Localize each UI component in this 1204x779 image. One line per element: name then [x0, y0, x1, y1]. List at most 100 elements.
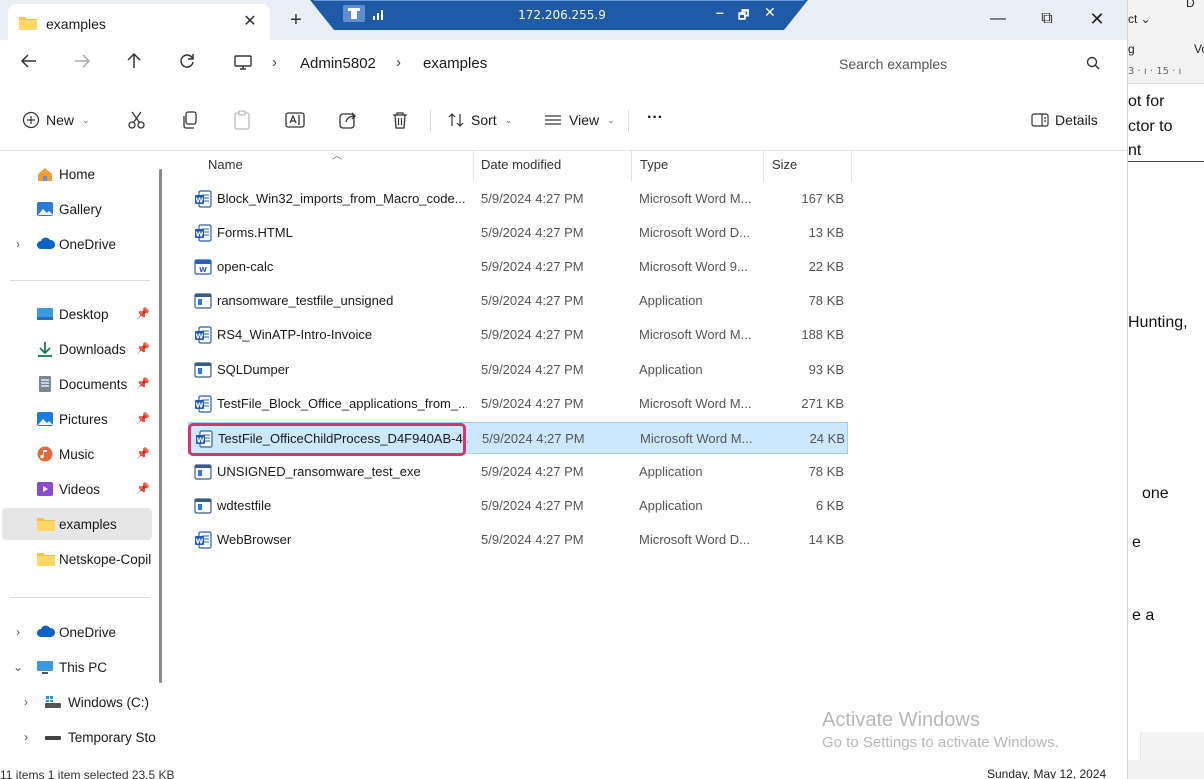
file-date: 5/9/2024 4:27 PM	[481, 259, 584, 275]
rename-icon[interactable]	[284, 109, 306, 131]
status-bar: 11 items 1 item selected 23.5 KB	[0, 768, 175, 779]
table-row[interactable]: SQLDumper 5/9/2024 4:27 PM Application 93 K…	[188, 354, 848, 386]
sidebar-item-this-pc[interactable]: ⌄ This PC	[0, 651, 155, 683]
sidebar-item-label: Videos	[59, 482, 101, 497]
sidebar-item-documents[interactable]: Documents 📌	[0, 368, 155, 400]
search-input[interactable]: Search examples	[839, 56, 947, 72]
word-doc-line: e	[1132, 534, 1141, 551]
sort-button[interactable]: Sort ⌄	[447, 106, 512, 134]
column-header-type[interactable]: Type	[640, 157, 668, 172]
column-header-size[interactable]: Size	[772, 157, 797, 172]
remote-close-button[interactable]: ✕	[764, 4, 776, 21]
up-button[interactable]	[121, 52, 147, 76]
navigation-pane: Home Gallery › OneDrive Desktop 📌 Downlo…	[0, 151, 162, 779]
folder-icon	[18, 15, 38, 34]
column-divider[interactable]	[631, 151, 632, 181]
column-divider[interactable]	[473, 151, 474, 181]
view-button[interactable]: View ⌄	[543, 106, 615, 134]
sidebar-item-examples[interactable]: examples	[2, 508, 152, 540]
sidebar-item-gallery[interactable]: Gallery	[0, 193, 155, 225]
sidebar-item-music[interactable]: Music 📌	[0, 438, 155, 470]
toolbar-divider	[430, 110, 431, 132]
table-row[interactable]: Wopen-calc 5/9/2024 4:27 PM Microsoft Word…	[188, 251, 848, 283]
sidebar-item-desktop[interactable]: Desktop 📌	[0, 298, 155, 330]
sidebar-item-temporary-storage[interactable]: › Temporary Sto	[0, 721, 156, 753]
sidebar-item-netskope[interactable]: Netskope-Copil	[0, 543, 155, 575]
sidebar-item-label: OneDrive	[59, 625, 117, 640]
sidebar-item-label: Gallery	[59, 202, 102, 217]
file-size: 13 KB	[808, 225, 844, 241]
file-name: UNSIGNED_ransomware_test_exe	[217, 463, 421, 479]
close-window-button[interactable]: ✕	[1074, 4, 1120, 34]
word-ribbon-item[interactable]: g	[1128, 42, 1135, 56]
sidebar-item-videos[interactable]: Videos 📌	[0, 473, 155, 505]
sidebar-item-downloads[interactable]: Downloads 📌	[0, 333, 155, 365]
word-doc-line: nt	[1128, 142, 1142, 159]
table-row[interactable]: W WebBrowser 5/9/2024 4:27 PM Microsoft Wor…	[188, 524, 848, 556]
sidebar-item-home[interactable]: Home	[0, 158, 155, 190]
gallery-icon	[36, 201, 54, 217]
file-name: open-calc	[217, 259, 274, 275]
refresh-button[interactable]	[174, 52, 200, 76]
word-ribbon-item[interactable]: ct ⌄	[1128, 12, 1151, 26]
table-row[interactable]: W RS4_WinATP-Intro-Invoice 5/9/2024 4:27 P…	[188, 319, 848, 351]
tab-examples[interactable]: examples ✕	[8, 4, 270, 40]
table-row[interactable]: UNSIGNED_ransomware_test_exe 5/9/2024 4:2…	[188, 456, 848, 488]
cloud-icon	[36, 624, 56, 640]
back-button[interactable]	[16, 52, 42, 76]
breadcrumb-item-admin[interactable]: Admin5802	[300, 55, 376, 72]
watermark-title: Activate Windows	[822, 709, 980, 731]
minimize-button[interactable]: —	[975, 4, 1021, 34]
table-row[interactable]: wdtestfile 5/9/2024 4:27 PM Application 6 K…	[188, 490, 848, 522]
remote-minimize-button[interactable]: –	[716, 4, 724, 20]
sidebar-item-onedrive[interactable]: › OneDrive	[0, 616, 155, 648]
taskbar-date[interactable]: Sunday, May 12, 2024	[987, 767, 1106, 779]
details-pane-icon	[1031, 113, 1049, 127]
remote-ip-label: 172.206.255.9	[518, 8, 606, 22]
table-row[interactable]: W Forms.HTML 5/9/2024 4:27 PM Microsoft Wor…	[188, 217, 848, 249]
share-icon[interactable]	[337, 109, 359, 131]
pin-icon[interactable]	[343, 5, 365, 22]
new-tab-button[interactable]: +	[284, 9, 308, 31]
chevron-down-icon: ⌄	[607, 114, 615, 125]
expand-chevron-icon[interactable]: ›	[12, 237, 24, 251]
collapse-chevron-icon[interactable]: ⌄	[12, 660, 24, 674]
cut-icon[interactable]	[126, 109, 148, 131]
expand-chevron-icon[interactable]: ›	[20, 730, 32, 744]
copy-icon[interactable]	[179, 109, 201, 131]
forward-button[interactable]	[69, 52, 95, 76]
paste-icon[interactable]	[231, 109, 253, 131]
sidebar-item-windows-c[interactable]: › Windows (C:)	[0, 686, 155, 718]
more-options-button[interactable]: ···	[647, 104, 663, 132]
table-row[interactable]: W TestFile_Block_Office_applications_from…	[188, 388, 848, 420]
column-divider[interactable]	[763, 151, 764, 181]
expand-chevron-icon[interactable]: ›	[12, 625, 24, 639]
sidebar-item-pictures[interactable]: Pictures 📌	[0, 403, 155, 435]
table-row[interactable]: ransomware_testfile_unsigned 5/9/2024 4:2…	[188, 285, 848, 317]
cloud-icon	[36, 236, 56, 252]
column-divider[interactable]	[851, 151, 852, 181]
svg-text:W: W	[196, 197, 204, 205]
new-label: New	[46, 112, 75, 128]
sidebar-item-onedrive[interactable]: › OneDrive	[0, 228, 155, 260]
table-row[interactable]: W Block_Win32_imports_from_Macro_code... 5…	[188, 183, 848, 215]
new-button[interactable]: New ⌄	[22, 106, 90, 134]
search-box[interactable]: Search examples	[823, 45, 1117, 83]
breadcrumb-item-examples[interactable]: examples	[423, 55, 487, 72]
delete-icon[interactable]	[389, 109, 411, 131]
breadcrumb[interactable]: › Admin5802 › examples	[226, 45, 794, 83]
word-ribbon-item[interactable]: Vo	[1194, 42, 1204, 56]
file-name: TestFile_Block_Office_applications_from_…	[217, 395, 467, 411]
close-tab-icon[interactable]: ✕	[239, 11, 261, 33]
pictures-icon	[36, 411, 54, 427]
remote-restore-button[interactable]: 🗗	[738, 6, 749, 27]
details-button[interactable]: Details	[1031, 106, 1098, 134]
maximize-button[interactable]: ⧉	[1024, 4, 1070, 34]
pin-icon: 📌	[136, 483, 150, 495]
this-pc-icon[interactable]	[234, 55, 252, 74]
column-header-date[interactable]: Date modified	[481, 157, 561, 172]
column-header-name[interactable]: Name	[208, 157, 243, 172]
expand-chevron-icon[interactable]: ›	[20, 695, 32, 709]
sidebar-scrollbar[interactable]	[159, 169, 162, 683]
pin-icon: 📌	[136, 343, 150, 355]
